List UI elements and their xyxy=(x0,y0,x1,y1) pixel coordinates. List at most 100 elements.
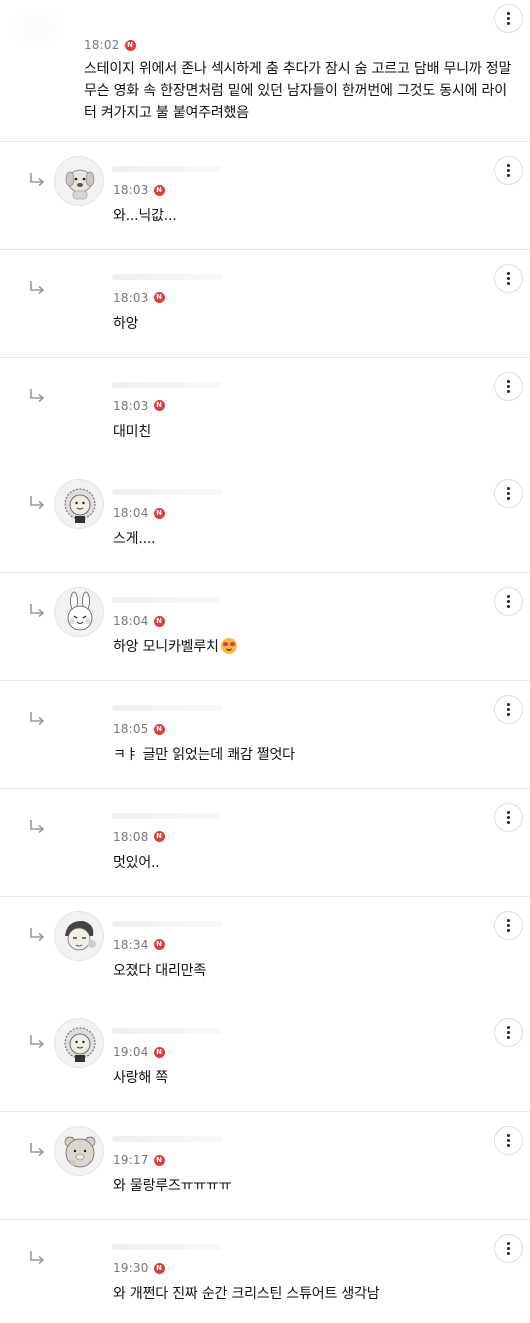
more-options-button[interactable] xyxy=(494,156,523,185)
blurred-nickname xyxy=(112,166,222,172)
reply-item: 19:17 N 와 물랑루즈ㅠㅠㅠㅠ xyxy=(0,1112,530,1221)
comment-body: 스테이지 위에서 존나 섹시하게 춤 추다가 잠시 숨 고르고 담배 무니까 정… xyxy=(84,61,512,121)
reply-item: 18:04 N 하앙 모니카벨루치 xyxy=(0,573,530,682)
reply-body: 와 물랑루즈ㅠㅠㅠㅠ xyxy=(113,1176,232,1196)
more-options-button[interactable] xyxy=(494,587,523,617)
bear-character-icon[interactable] xyxy=(54,1126,104,1177)
more-options-button[interactable] xyxy=(494,1126,523,1156)
girl-character-icon[interactable] xyxy=(54,910,104,961)
reply-body: 와...닉값... xyxy=(113,206,177,226)
reply-meta: 18:08 N xyxy=(113,830,165,844)
new-badge: N xyxy=(153,615,165,627)
more-options-button[interactable] xyxy=(494,695,523,724)
more-options-button[interactable] xyxy=(494,1018,523,1048)
reply-time: 19:04 xyxy=(113,1045,149,1060)
reply-meta: 18:03 N xyxy=(113,291,165,305)
new-badge: N xyxy=(153,831,165,843)
reply-time: 19:17 xyxy=(113,1153,149,1168)
more-vertical-icon xyxy=(507,703,510,716)
more-options-button[interactable] xyxy=(494,910,523,940)
avatar[interactable] xyxy=(8,6,68,50)
reply-item: 19:04 N 사랑해 쪽 xyxy=(0,1004,530,1113)
avatar[interactable] xyxy=(54,802,104,853)
reply-meta: 18:03 N xyxy=(113,183,165,197)
heart-eyes-emoji-icon xyxy=(220,638,237,655)
reply-item: 19:30 N 와 개쩐다 진짜 순간 크리스틴 스튜어트 생각남 xyxy=(0,1220,530,1323)
new-badge: N xyxy=(153,1046,165,1058)
reply-meta: 18:04 N xyxy=(113,614,165,628)
reply-body: 하앙 xyxy=(113,314,139,334)
more-options-button[interactable] xyxy=(494,479,523,509)
blurred-nickname xyxy=(112,381,222,388)
new-badge: N xyxy=(153,1154,165,1166)
new-badge: N xyxy=(153,400,165,412)
new-badge: N xyxy=(153,184,165,196)
reply-body: 사랑해 쪽 xyxy=(113,1068,168,1088)
reply-meta: 18:34 N xyxy=(113,938,165,952)
more-options-button[interactable] xyxy=(494,1234,523,1263)
new-badge: N xyxy=(153,507,165,519)
avatar[interactable] xyxy=(54,1234,104,1284)
more-vertical-icon xyxy=(507,1026,510,1040)
more-options-button[interactable] xyxy=(494,4,523,33)
reply-text: 오졌다 대리만족 xyxy=(113,962,207,979)
more-vertical-icon xyxy=(507,810,510,824)
avatar[interactable] xyxy=(54,263,104,314)
blurred-nickname xyxy=(112,273,222,280)
blurred-nickname xyxy=(112,1136,222,1143)
reply-time: 18:04 xyxy=(113,614,149,629)
reply-item: 18:34 N 오졌다 대리만족 xyxy=(0,896,530,1005)
blurred-nickname xyxy=(112,705,222,711)
blurred-nickname xyxy=(112,1244,222,1250)
reply-meta: 18:05 N xyxy=(113,722,165,736)
comment-top: 18:02 N 스테이지 위에서 존나 섹시하게 춤 추다가 잠시 숨 고르고 … xyxy=(0,0,530,142)
reply-item: 18:03 N 와...닉값... xyxy=(0,142,530,250)
lion-character-icon[interactable] xyxy=(54,479,104,530)
avatar[interactable] xyxy=(54,371,104,422)
new-badge: N xyxy=(124,39,136,51)
reply-body: 하앙 모니카벨루치 xyxy=(113,637,237,657)
more-options-button[interactable] xyxy=(494,802,523,832)
reply-item: 18:04 N 스게.... xyxy=(0,465,530,574)
rabbit-character-icon[interactable] xyxy=(54,587,104,638)
reply-time: 18:03 xyxy=(113,290,149,305)
more-vertical-icon xyxy=(507,487,510,501)
reply-body: 오졌다 대리만족 xyxy=(113,961,206,981)
reply-text: 하앙 xyxy=(113,315,139,332)
reply-arrow-icon xyxy=(28,927,46,943)
comment-time: 18:02 xyxy=(84,38,120,52)
reply-text: 사랑해 쪽 xyxy=(113,1070,168,1087)
reply-time: 18:04 xyxy=(113,506,149,521)
reply-time: 18:08 xyxy=(113,829,149,844)
reply-meta: 19:30 N xyxy=(113,1261,165,1275)
new-badge: N xyxy=(153,292,165,304)
reply-text: 하앙 모니카벨루치 xyxy=(113,639,219,656)
comment-meta: 18:02 N xyxy=(84,38,136,52)
reply-item: 18:05 N ㅋㅑ 글만 읽었는데 쾌감 쩔엇다 xyxy=(0,681,530,789)
reply-text: 대미친 xyxy=(113,423,152,440)
reply-time: 18:03 xyxy=(113,398,149,413)
lion-character-icon[interactable] xyxy=(54,1018,104,1069)
reply-text: 와 물랑루즈ㅠㅠㅠㅠ xyxy=(113,1178,232,1195)
reply-arrow-icon xyxy=(28,711,46,727)
reply-item: 18:03 N 하앙 xyxy=(0,249,530,358)
blurred-nickname xyxy=(112,489,222,496)
reply-arrow-icon xyxy=(28,1034,46,1050)
reply-text: 멋있어.. xyxy=(113,854,160,871)
reply-meta: 18:03 N xyxy=(113,399,165,413)
more-vertical-icon xyxy=(507,271,510,285)
reply-arrow-icon xyxy=(28,172,46,188)
avatar[interactable] xyxy=(54,695,104,745)
reply-body: 멋있어.. xyxy=(113,853,160,873)
reply-time: 19:30 xyxy=(113,1261,149,1275)
dog-character-icon[interactable] xyxy=(54,156,104,206)
reply-text: ㅋㅑ 글만 읽었는데 쾌감 쩔엇다 xyxy=(113,747,295,763)
reply-meta: 18:04 N xyxy=(113,506,165,520)
more-options-button[interactable] xyxy=(494,371,523,401)
more-options-button[interactable] xyxy=(494,263,523,293)
more-vertical-icon xyxy=(507,595,510,609)
reply-arrow-icon xyxy=(28,603,46,619)
new-badge: N xyxy=(153,723,165,735)
reply-arrow-icon xyxy=(28,388,46,404)
reply-body: ㅋㅑ 글만 읽었는데 쾌감 쩔엇다 xyxy=(113,745,295,765)
